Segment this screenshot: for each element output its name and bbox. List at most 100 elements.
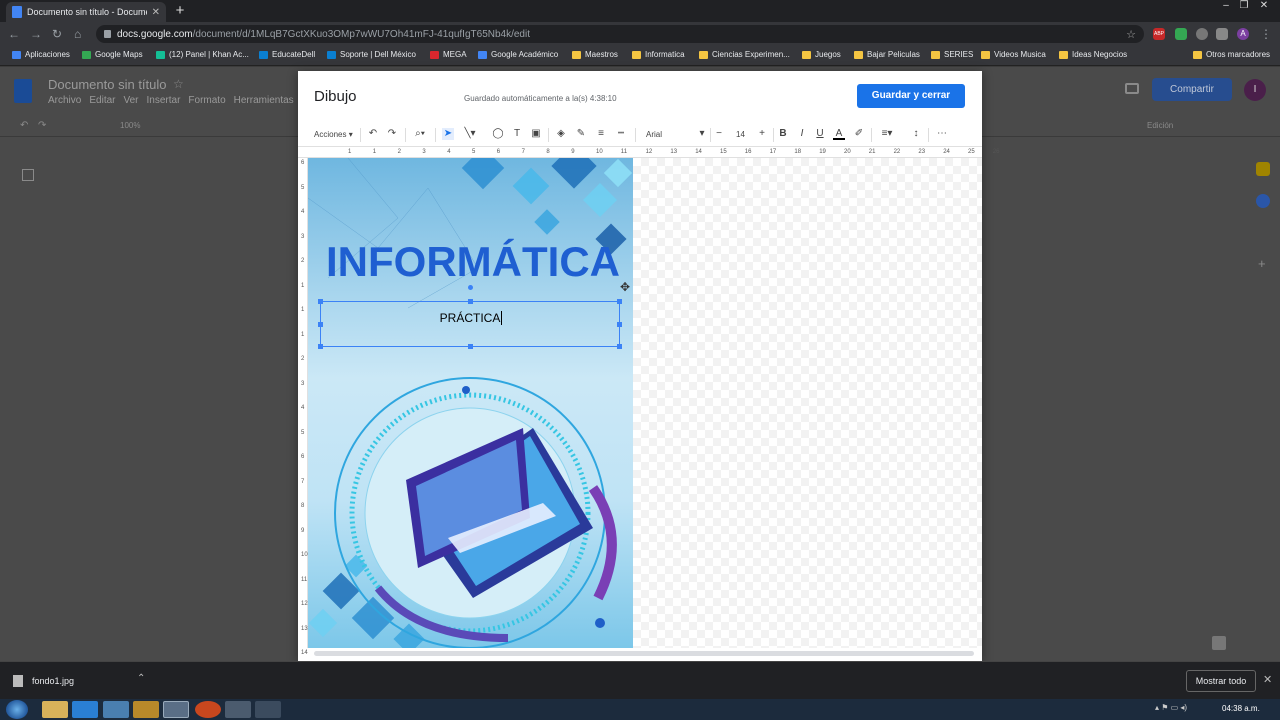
close-window-icon[interactable]: ✕ [1256,0,1272,14]
reload-icon[interactable]: ↻ [52,27,62,41]
font-select[interactable]: Arial [646,130,662,139]
app-icon[interactable] [255,701,281,718]
download-file-name[interactable]: fondo1.jpg [32,676,74,686]
resize-handle[interactable] [468,344,473,349]
bookmark-item[interactable]: Bajar Peliculas [854,50,920,59]
comments-icon[interactable] [1125,83,1139,94]
highlight-icon[interactable]: ✐ [853,128,865,140]
omnibox[interactable]: docs.google.com/document/d/1MLqB7GctXKuo… [96,25,1144,43]
profile-avatar[interactable]: A [1237,28,1249,40]
mode-select[interactable]: Edición [1147,121,1173,130]
resize-handle[interactable] [617,344,622,349]
tray-icons[interactable]: ▴ ⚑ ▭ ◂) [1155,703,1187,712]
sheets-ext-icon[interactable] [1175,28,1187,40]
adblock-icon[interactable]: ABP [1153,28,1165,40]
redo-icon[interactable]: ↷ [38,120,46,131]
tasks-icon[interactable] [1256,194,1270,208]
bookmark-item[interactable]: Google Maps [82,50,143,59]
rotate-handle[interactable] [468,285,473,290]
media-icon[interactable] [133,701,159,718]
menu-dots-icon[interactable]: ⋮ [1260,27,1272,41]
underline-icon[interactable]: U [814,128,826,140]
menu-insertar[interactable]: Insertar [147,95,181,106]
bookmark-item[interactable]: Google Académico [478,50,558,59]
new-tab-button[interactable]: + [172,3,188,19]
decrease-size-icon[interactable]: − [713,128,725,140]
share-button[interactable]: Compartir [1152,78,1232,101]
bookmark-item[interactable]: Ideas Negocios [1059,50,1127,59]
line-spacing-icon[interactable]: ↕ [910,128,922,140]
save-and-close-button[interactable]: Guardar y cerrar [857,84,965,108]
chevron-up-icon[interactable]: ⌃ [137,673,145,684]
line-icon[interactable]: ╲▾ [460,128,480,140]
restore-icon[interactable]: ❐ [1236,0,1252,14]
image-icon[interactable]: ▣ [530,128,542,140]
border-weight-icon[interactable]: ≡ [595,128,607,140]
bookmark-star-icon[interactable]: ☆ [1126,28,1136,41]
doc-title[interactable]: Documento sin título [48,77,167,92]
check-ext-icon[interactable] [1196,28,1208,40]
fill-color-icon[interactable]: ◈ [555,128,567,140]
star-icon[interactable]: ☆ [173,77,184,91]
undo-icon[interactable]: ↶ [20,120,28,131]
undo-icon[interactable]: ↶ [367,128,379,140]
bookmark-item[interactable]: Soporte | Dell México [327,50,416,59]
textbox-text[interactable]: PRÁCTICA [321,311,621,325]
bookmark-item[interactable]: Maestros [572,50,618,59]
transparent-canvas-area[interactable] [633,158,982,648]
bookmark-item[interactable]: (12) Panel | Khan Ac... [156,50,249,59]
outline-icon[interactable] [22,169,34,181]
heading-text[interactable]: INFORMÁTICA [323,238,623,286]
bookmark-item[interactable]: EducateDell [259,50,315,59]
account-avatar[interactable]: I [1244,79,1266,101]
puzzle-icon[interactable] [1216,28,1228,40]
tab-close-icon[interactable]: ✕ [152,7,160,18]
menu-formato[interactable]: Formato [188,95,225,106]
horizontal-scrollbar[interactable] [314,651,974,656]
more-options-icon[interactable]: ⋯ [936,128,948,140]
zoom-icon[interactable]: ⌕▾ [410,128,430,140]
redo-icon[interactable]: ↷ [386,128,398,140]
app-icon[interactable] [103,701,129,718]
bookmark-item[interactable]: Informatica [632,50,685,59]
start-button[interactable] [6,700,28,719]
browser-tab[interactable]: Documento sin título - Docume... ✕ [6,2,166,22]
menu-ver[interactable]: Ver [123,95,138,106]
firefox-icon[interactable] [195,701,221,718]
app-icon[interactable] [225,701,251,718]
keep-icon[interactable] [1256,162,1270,176]
home-icon[interactable]: ⌂ [74,27,81,41]
forward-icon[interactable]: → [30,27,42,41]
drawing-canvas[interactable]: INFORMÁTICA PRÁCTICA [308,158,633,648]
menu-archivo[interactable]: Archivo [48,95,81,106]
chrome-icon[interactable] [163,701,189,718]
resize-handle[interactable] [468,299,473,304]
resize-handle[interactable] [318,299,323,304]
actions-menu[interactable]: Acciones ▾ [314,130,353,139]
menu-editar[interactable]: Editar [89,95,115,106]
bookmark-item[interactable]: Videos Musica [981,50,1046,59]
font-size-input[interactable]: 14 [736,130,745,139]
bookmark-item[interactable]: MEGA [430,50,467,59]
zoom-select[interactable]: 100% [120,121,140,130]
increase-size-icon[interactable]: + [756,128,768,140]
italic-icon[interactable]: I [796,128,808,140]
close-icon[interactable]: ✕ [1263,673,1272,686]
resize-handle[interactable] [617,322,622,327]
shape-icon[interactable]: ◯ [492,128,504,140]
select-icon[interactable]: ➤ [442,128,454,140]
explorer-icon[interactable] [42,701,68,718]
textbox-icon[interactable]: T [511,128,523,140]
bookmark-item[interactable]: SERIES [931,50,973,59]
back-icon[interactable]: ← [8,27,20,41]
explore-icon[interactable] [1212,636,1226,650]
border-color-icon[interactable]: ✎ [575,128,587,140]
resize-handle[interactable] [318,322,323,327]
add-addon-icon[interactable]: + [1258,256,1266,271]
bookmark-item[interactable]: Juegos [802,50,841,59]
text-color-icon[interactable]: A [833,128,845,140]
show-all-button[interactable]: Mostrar todo [1186,670,1256,692]
ie-icon[interactable] [72,701,98,718]
border-dash-icon[interactable]: ┅ [615,128,627,140]
resize-handle[interactable] [318,344,323,349]
